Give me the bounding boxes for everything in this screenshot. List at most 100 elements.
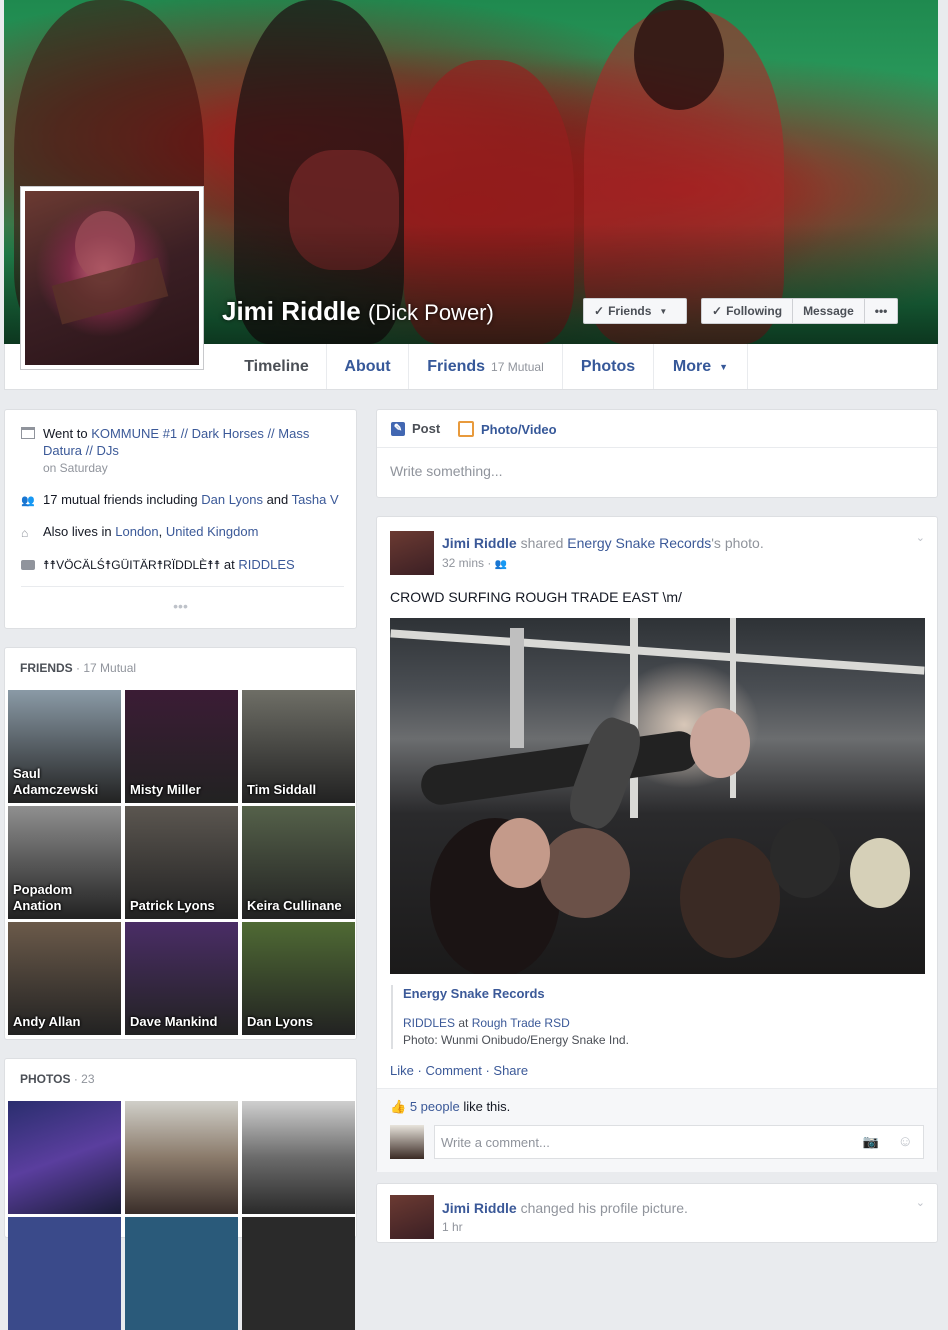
- emoji-icon[interactable]: ☺: [898, 1133, 913, 1150]
- post-action-text: 's photo.: [711, 535, 764, 551]
- friend-name: Popadom Anation: [13, 882, 73, 913]
- photo-thumb[interactable]: [242, 1101, 355, 1214]
- lives-prefix: Also lives in: [43, 524, 112, 539]
- friend-tile[interactable]: Dan Lyons: [242, 922, 355, 1035]
- camera-icon[interactable]: 📷: [863, 1134, 879, 1150]
- comment-input[interactable]: Write a comment... 📷 ☺: [434, 1125, 924, 1159]
- photo-thumb[interactable]: [8, 1101, 121, 1214]
- mutual-friend-link[interactable]: Dan Lyons: [201, 492, 263, 507]
- post-author-avatar[interactable]: [390, 1195, 434, 1239]
- composer-input[interactable]: Write something...: [390, 463, 503, 479]
- post-photo[interactable]: [390, 618, 925, 974]
- composer-photo-tab[interactable]: Photo/Video: [458, 421, 557, 437]
- chevron-down-icon: ▼: [659, 306, 668, 316]
- post-options-chevron-icon[interactable]: ⌄: [916, 531, 925, 544]
- post-action-text: shared: [520, 535, 564, 551]
- post-text: CROWD SURFING ROUGH TRADE EAST \m/: [390, 589, 682, 605]
- intro-lives-in: ⌂ Also lives in London, United Kingdom: [21, 523, 344, 540]
- likes-suffix: like this.: [463, 1099, 511, 1114]
- photo-icon: [458, 421, 474, 437]
- friend-tile[interactable]: Dave Mankind: [125, 922, 238, 1035]
- friends-title: FRIENDS: [20, 661, 73, 675]
- photo-thumb[interactable]: [125, 1101, 238, 1214]
- friend-tile[interactable]: Andy Allan: [8, 922, 121, 1035]
- see-more-button[interactable]: •••: [5, 598, 356, 614]
- intro-work: ☨☨VÖCÄLŚ☨GÜITÄR☨RÏDDLÈ☨☨ at RIDDLES: [21, 556, 344, 574]
- comment-button[interactable]: Comment: [425, 1063, 481, 1078]
- briefcase-icon: [21, 560, 35, 570]
- likes-count-link[interactable]: 5 people: [410, 1099, 460, 1114]
- attribution-line-2: Photo: Wunmi Onibudo/Energy Snake Ind.: [403, 1033, 629, 1047]
- attribution-bar: [391, 985, 393, 1049]
- composer-post-tab[interactable]: ✎ Post: [391, 421, 440, 436]
- attribution-riddles-link[interactable]: RIDDLES: [403, 1016, 455, 1030]
- friend-name: Keira Cullinane: [247, 898, 342, 913]
- friend-name: Andy Allan: [13, 1014, 81, 1029]
- friends-section-title[interactable]: FRIENDS · 17 Mutual: [20, 661, 136, 675]
- photo-thumb[interactable]: [8, 1217, 121, 1330]
- event-time: on Saturday: [43, 461, 108, 475]
- post-header: Jimi Riddle shared Energy Snake Records'…: [442, 535, 764, 551]
- profile-picture[interactable]: [20, 186, 204, 370]
- likes-summary: 👍 5 people like this.: [390, 1099, 510, 1115]
- message-button[interactable]: Message: [793, 298, 865, 324]
- friends-button-label: Friends: [608, 304, 652, 318]
- friend-tile[interactable]: Tim Siddall: [242, 690, 355, 803]
- post-author-link[interactable]: Jimi Riddle: [442, 1200, 517, 1216]
- attribution-line-1: RIDDLES at Rough Trade RSD: [403, 1016, 570, 1030]
- tab-photos[interactable]: Photos: [563, 344, 654, 389]
- attribution-at: at: [458, 1016, 469, 1030]
- composer-divider: [377, 447, 937, 448]
- photo-thumb[interactable]: [242, 1217, 355, 1330]
- friend-name: Dan Lyons: [247, 1014, 313, 1029]
- friend-name: Patrick Lyons: [130, 898, 215, 913]
- tab-about[interactable]: About: [327, 344, 409, 389]
- friend-tile[interactable]: Patrick Lyons: [125, 806, 238, 919]
- city-link[interactable]: London: [115, 524, 158, 539]
- post-actions: Like · Comment · Share: [390, 1063, 528, 1078]
- profile-name[interactable]: Jimi Riddle (Dick Power): [222, 296, 494, 327]
- following-button[interactable]: ✓ Following: [701, 298, 794, 324]
- mutual-friend-link[interactable]: Tasha V: [292, 492, 339, 507]
- intro-went-prefix: Went to: [43, 426, 88, 441]
- share-button[interactable]: Share: [493, 1063, 528, 1078]
- home-icon: ⌂: [21, 526, 29, 540]
- attribution-venue-link[interactable]: Rough Trade RSD: [472, 1016, 570, 1030]
- more-options-button[interactable]: •••: [864, 298, 899, 324]
- country-link[interactable]: United Kingdom: [166, 524, 259, 539]
- post-author-avatar[interactable]: [390, 531, 434, 575]
- like-button[interactable]: Like: [390, 1063, 414, 1078]
- friends-card: FRIENDS · 17 Mutual Saul Adamczewski Mist…: [4, 647, 357, 1040]
- post-timestamp[interactable]: 1 hr: [442, 1220, 463, 1234]
- friends-button[interactable]: ✓ Friends ▼: [583, 298, 687, 324]
- tab-friends[interactable]: Friends 17 Mutual: [409, 344, 563, 389]
- friend-tile[interactable]: Saul Adamczewski: [8, 690, 121, 803]
- friend-tile[interactable]: Keira Cullinane: [242, 806, 355, 919]
- attribution-title-link: Energy Snake Records: [403, 986, 545, 1001]
- post-card-2: Jimi Riddle changed his profile picture.…: [376, 1183, 938, 1243]
- check-icon: ✓: [712, 304, 723, 318]
- commenter-avatar[interactable]: [390, 1125, 424, 1159]
- attribution-title[interactable]: Energy Snake Records: [403, 986, 545, 1001]
- photo-thumb[interactable]: [125, 1217, 238, 1330]
- post-author-link[interactable]: Jimi Riddle: [442, 535, 517, 551]
- meta-separator: ·: [487, 556, 492, 570]
- lives-separator: ,: [158, 524, 163, 539]
- friends-count: · 17 Mutual: [76, 661, 137, 675]
- tab-timeline[interactable]: Timeline: [227, 344, 327, 389]
- intro-mutual-friends: 👥 17 mutual friends including Dan Lyons …: [21, 491, 344, 508]
- pencil-icon: ✎: [391, 421, 405, 436]
- friend-tile[interactable]: Popadom Anation: [8, 806, 121, 919]
- tab-more[interactable]: More ▼: [654, 344, 748, 389]
- friend-tile[interactable]: Misty Miller: [125, 690, 238, 803]
- profile-actions: ✓ Following Message •••: [701, 298, 899, 324]
- workplace-link[interactable]: RIDDLES: [238, 557, 294, 572]
- post-page-link[interactable]: Energy Snake Records: [567, 535, 711, 551]
- post-options-chevron-icon[interactable]: ⌄: [916, 1196, 925, 1209]
- audience-friends-icon[interactable]: 👥: [495, 559, 507, 570]
- work-role: ☨☨VÖCÄLŚ☨GÜITÄR☨RÏDDLÈ☨☨: [43, 558, 221, 572]
- post-timestamp[interactable]: 32 mins: [442, 556, 484, 570]
- photos-title: PHOTOS: [20, 1072, 71, 1086]
- photos-section-title[interactable]: PHOTOS · 23: [20, 1072, 95, 1086]
- friends-icon: 👥: [21, 495, 35, 507]
